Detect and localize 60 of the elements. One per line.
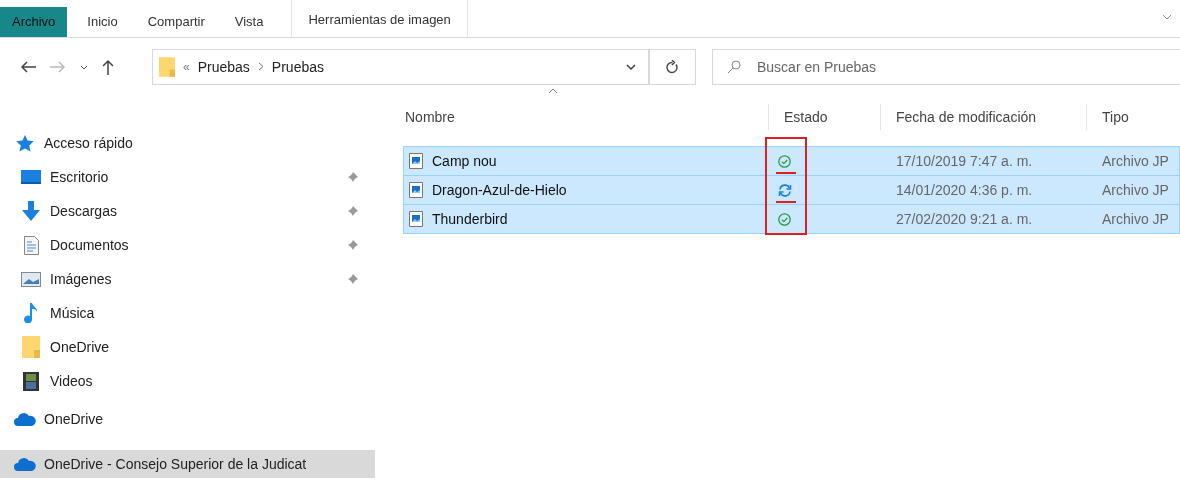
ribbon-tab[interactable]: Vista (222, 7, 276, 37)
ribbon-tab[interactable]: Compartir (135, 7, 217, 37)
nav-item[interactable]: Acceso rápido (0, 126, 375, 160)
file-row[interactable]: Dragon-Azul-de-Hielo 14/01/2020 4:36 p. m. Archivo JP (403, 175, 1180, 205)
search-icon (727, 60, 741, 74)
pin-icon[interactable] (347, 171, 359, 183)
nav-item[interactable]: Escritorio (0, 160, 375, 194)
nav-item[interactable]: OneDrive - Consejo Superior de la Judicat (0, 450, 375, 478)
image-file-icon (409, 182, 423, 198)
file-name: Camp nou (432, 153, 497, 169)
nav-item[interactable]: Música (0, 296, 375, 330)
ribbon-tab[interactable]: Inicio (75, 7, 130, 37)
document-icon (23, 235, 39, 255)
chevron-down-icon[interactable] (80, 64, 88, 70)
breadcrumb[interactable]: Pruebas (197, 59, 250, 75)
type-cell-text: Archivo JP (1101, 153, 1170, 169)
nav-item[interactable]: Documentos (0, 228, 375, 262)
folder-icon (22, 336, 40, 358)
pin-icon[interactable] (347, 273, 359, 285)
type-cell-text: Archivo JP (1101, 182, 1170, 198)
image-file-icon (409, 211, 423, 227)
chevron-down-icon[interactable] (626, 64, 636, 70)
star-icon (16, 134, 34, 152)
date-cell-text: 27/02/2020 9:21 a. m. (895, 211, 1034, 227)
refresh-icon[interactable] (666, 60, 679, 74)
address-bar[interactable]: « Pruebas Pruebas (152, 49, 650, 85)
music-note-icon (24, 303, 38, 323)
date-cell-text: 14/01/2020 4:36 p. m. (895, 182, 1034, 198)
film-icon (23, 371, 39, 391)
type-cell-text: Archivo JP (1101, 211, 1170, 227)
column-header[interactable]: Nombre (405, 106, 455, 128)
folder-icon (159, 57, 175, 77)
pin-icon[interactable] (347, 205, 359, 217)
column-header[interactable]: Fecha de modificación (896, 106, 1037, 128)
picture-icon (21, 271, 41, 287)
cloud-icon (14, 457, 36, 471)
date-cell-text: 17/10/2019 7:47 a. m. (895, 153, 1034, 169)
nav-item[interactable]: OneDrive (0, 404, 375, 434)
file-name: Dragon-Azul-de-Hielo (432, 182, 567, 198)
ribbon-tab[interactable]: Herramientas de imagen (291, 0, 468, 37)
nav-item[interactable]: OneDrive (0, 330, 375, 364)
image-file-icon (409, 153, 423, 169)
nav-item[interactable]: Descargas (0, 194, 375, 228)
file-row[interactable]: Thunderbird 27/02/2020 9:21 a. m. Archivo JP (403, 204, 1180, 234)
down-arrow-icon (22, 201, 40, 221)
column-header[interactable]: Tipo (1102, 106, 1129, 128)
monitor-icon (21, 169, 41, 185)
file-row[interactable]: Camp nou 17/10/2019 7:47 a. m. Archivo JP (403, 146, 1180, 176)
cloud-icon (14, 412, 36, 426)
ribbon-tab[interactable]: Archivo (0, 7, 68, 37)
up-arrow-icon[interactable] (102, 59, 114, 75)
file-name: Thunderbird (432, 211, 508, 227)
pin-icon[interactable] (347, 239, 359, 251)
back-arrow-icon[interactable] (20, 61, 36, 73)
overflow-crumb[interactable]: « (183, 60, 190, 74)
search-field[interactable]: Buscar en Pruebas (712, 49, 1180, 85)
column-header[interactable]: Estado (784, 106, 828, 128)
nav-item[interactable]: Videos (0, 364, 375, 398)
breadcrumb[interactable]: Pruebas (271, 59, 324, 75)
nav-item[interactable]: Imágenes (0, 262, 375, 296)
